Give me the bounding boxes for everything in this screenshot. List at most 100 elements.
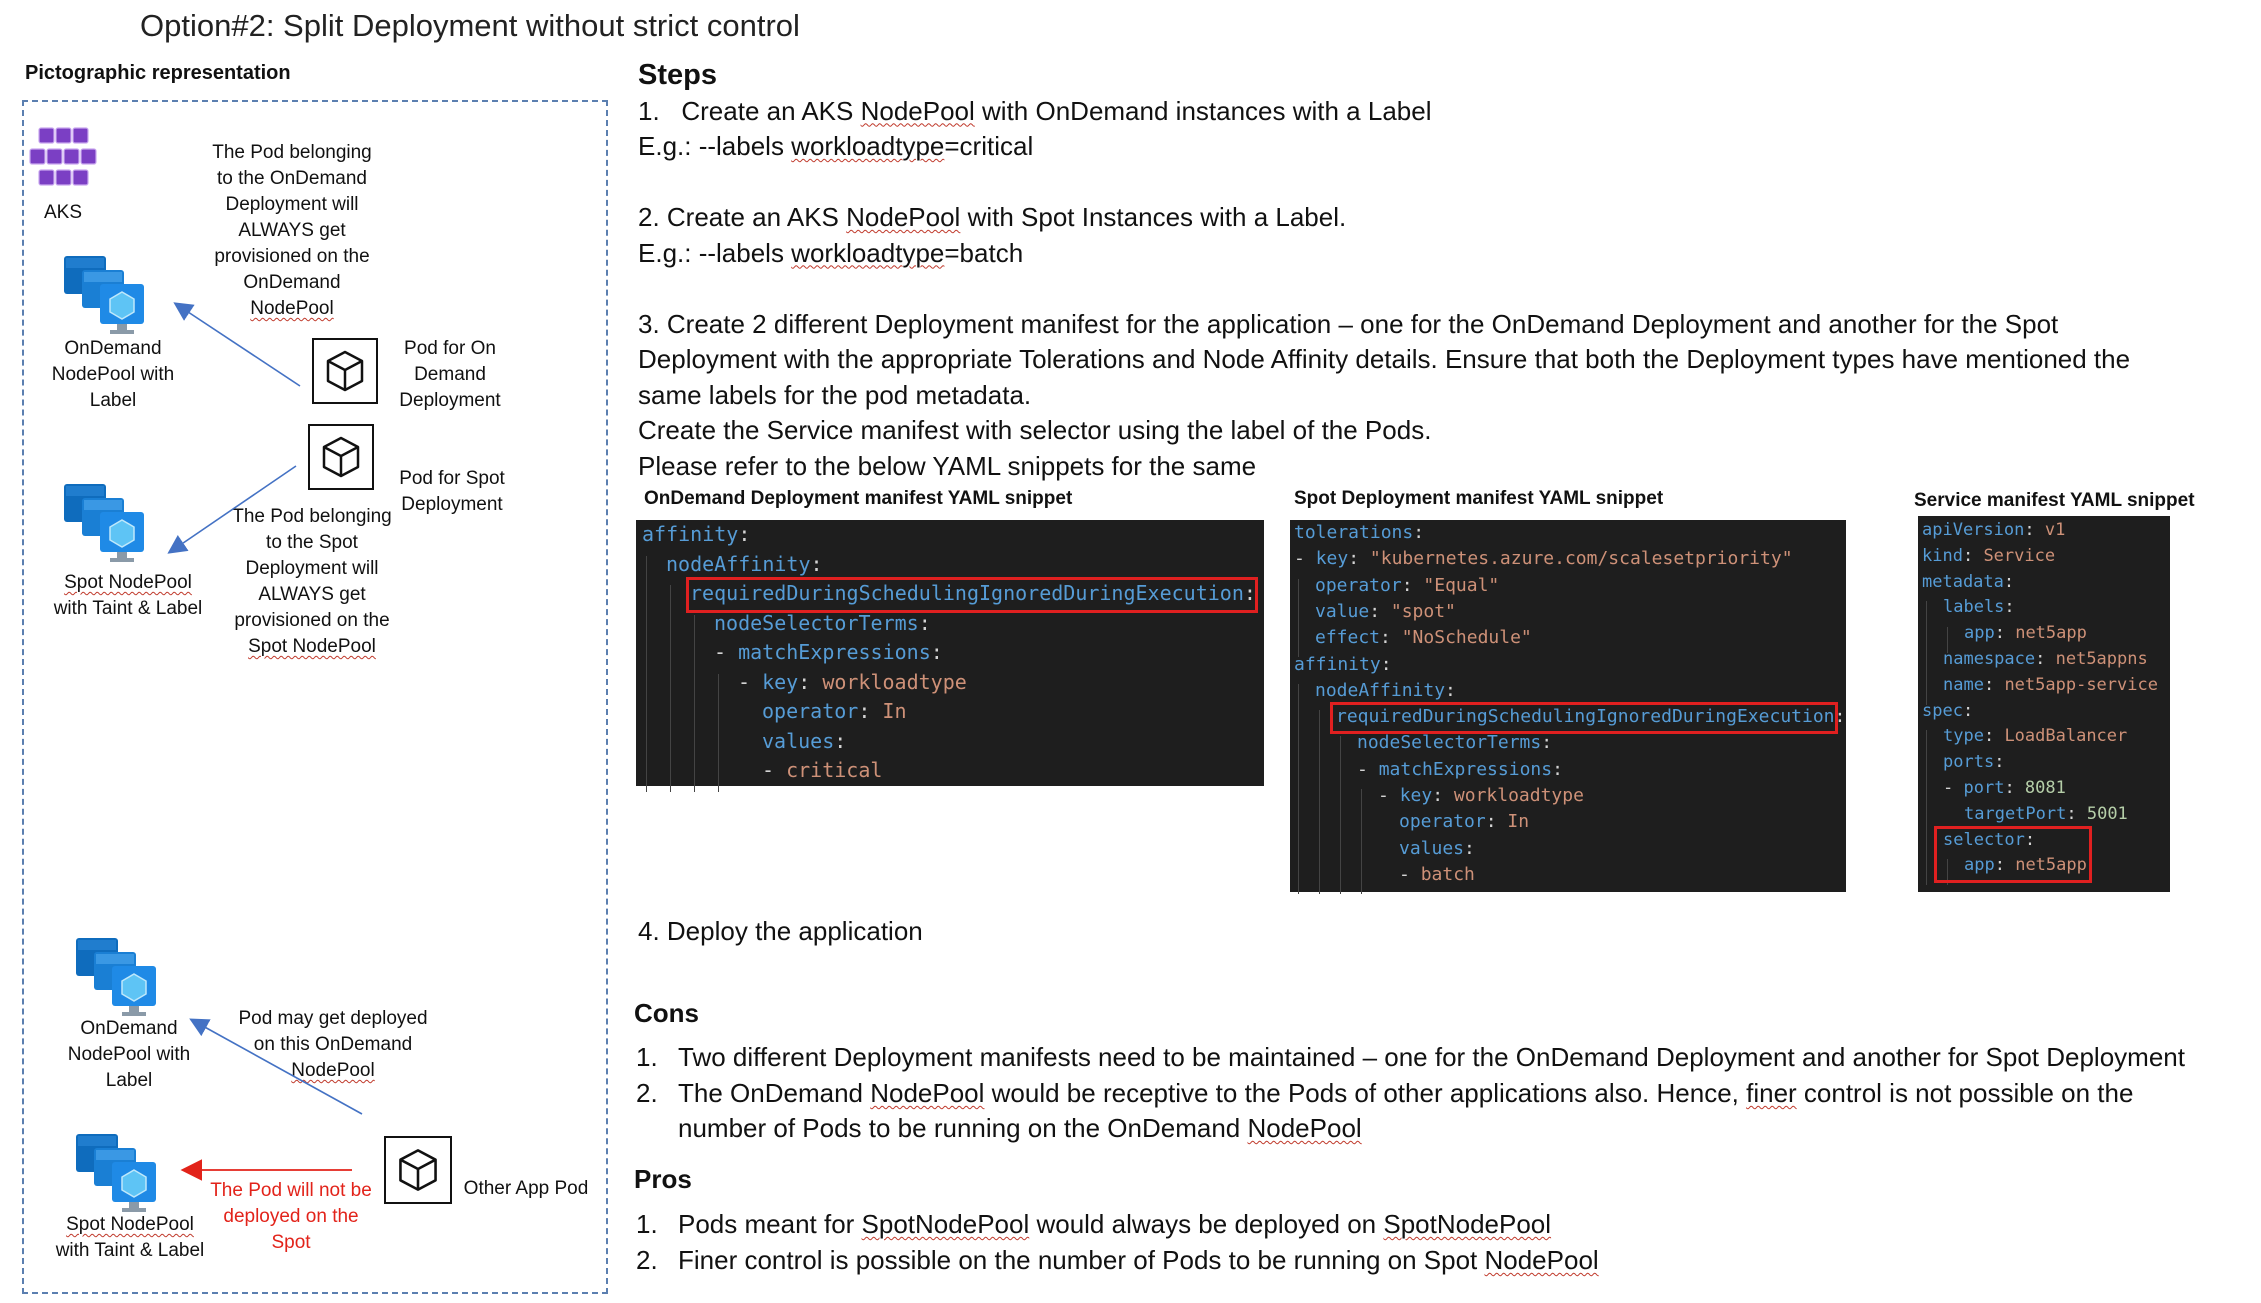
yaml-key: labels [1943, 597, 2005, 618]
yaml-line: - port: 8081 [1943, 778, 2066, 798]
step-2-example: E.g.: --labels workloadtype=batch [638, 237, 1024, 268]
yaml-line: nodeSelectorTerms: [714, 610, 931, 635]
indent-guide [1361, 789, 1362, 895]
yaml-line: name: net5app-service [1943, 674, 2158, 695]
yaml-key: effect [1315, 627, 1381, 649]
indent-guide [718, 673, 719, 792]
step-3-line-1: 3. Create 2 different Deployment manifes… [638, 308, 2059, 339]
steps-section: Steps 1. Create an AKS NodePool with OnD… [638, 58, 2130, 484]
cons-item-2: The OnDemand NodePool would be receptive… [678, 1078, 2134, 1108]
indent-guide [1319, 710, 1320, 895]
yaml-key: operator [1315, 574, 1402, 596]
highlight-box [1934, 825, 2092, 884]
yaml-value: batch [1420, 863, 1475, 885]
yaml-line: labels: [1943, 597, 2015, 618]
highlight-box [1330, 702, 1838, 735]
cons-item-1: Two different Deployment manifests need … [678, 1042, 2185, 1072]
indent-guide [694, 614, 695, 792]
pros-item-1: Pods meant for SpotNodePool would always… [678, 1209, 1552, 1239]
cons-item-1-num: 1. [636, 1042, 658, 1072]
yaml-key: port [1963, 778, 2005, 798]
highlight-box [686, 577, 1258, 613]
yaml-key: matchExpressions [1378, 758, 1553, 780]
yaml-value: 8081 [2024, 778, 2066, 798]
yaml-key: affinity [642, 522, 739, 546]
step-1: 1. Create an AKS NodePool with OnDemand … [638, 95, 1432, 126]
indent-guide [670, 585, 671, 792]
yaml-line: nodeSelectorTerms: [1357, 732, 1553, 754]
step-3-line-3: same labels for the pod metadata. [638, 379, 1032, 410]
pros-item-2: Finer control is possible on the number … [678, 1245, 1599, 1275]
yaml-line: namespace: net5appns [1943, 649, 2148, 669]
yaml-key: type [1943, 726, 1984, 747]
yaml-line: effect: "NoSchedule" [1315, 627, 1532, 649]
pros-item-1-num: 1. [636, 1209, 658, 1239]
yaml-line: - matchExpressions: [1357, 758, 1563, 780]
yaml-line: operator: "Equal" [1315, 574, 1500, 596]
yaml-key: apiVersion [1922, 520, 2025, 540]
yaml-key: values [762, 728, 835, 753]
yaml-value: "kubernetes.azure.com/scalesetpriority" [1369, 548, 1793, 570]
spot-snippet-title: Spot Deployment manifest YAML snippet [1294, 488, 1664, 509]
yaml-value: net5app-service [2004, 674, 2158, 695]
yaml-line: metadata: [1922, 571, 2015, 592]
yaml-line: type: LoadBalancer [1943, 726, 2128, 747]
yaml-key: app [1964, 623, 1995, 644]
yaml-key: operator [1399, 811, 1486, 833]
yaml-key: targetPort [1964, 803, 2067, 824]
yaml-line: value: "spot" [1315, 600, 1456, 622]
yaml-value: net5app [2015, 623, 2087, 644]
yaml-value: net5appns [2055, 649, 2148, 669]
yaml-key: metadata [1922, 571, 2004, 592]
yaml-key: nodeAffinity [1315, 679, 1446, 701]
yaml-key: nodeAffinity [666, 551, 811, 576]
yaml-line: affinity: [1294, 653, 1392, 675]
yaml-value: LoadBalancer [2004, 726, 2128, 747]
yaml-key: matchExpressions [738, 640, 931, 664]
yaml-line: tolerations: [1294, 522, 1425, 543]
yaml-line: - key: "kubernetes.azure.com/scalesetpri… [1294, 548, 1793, 570]
yaml-key: kind [1922, 545, 1963, 566]
yaml-line: - batch [1399, 863, 1475, 885]
step-2: 2. Create an AKS NodePool with Spot Inst… [638, 202, 1347, 232]
indent-guide [1340, 736, 1341, 895]
yaml-line: apiVersion: v1 [1922, 520, 2066, 540]
yaml-line: - matchExpressions: [714, 640, 943, 664]
yaml-value: "NoSchedule" [1401, 627, 1532, 649]
yaml-line: operator: In [1399, 811, 1530, 833]
yaml-key: key [1399, 785, 1433, 806]
yaml-line: operator: In [762, 699, 907, 723]
yaml-value: In [1507, 811, 1530, 833]
indent-guide [646, 555, 647, 792]
ondemand-yaml-snippet: affinity: nodeAffinity: requiredDuringSche… [636, 520, 1264, 792]
steps-heading: Steps [638, 59, 717, 91]
step-1-example: E.g.: --labels workloadtype=critical [638, 131, 1034, 161]
yaml-value: Service [1983, 545, 2056, 566]
service-snippet-title: Service manifest YAML snippet [1914, 490, 2195, 511]
arrow-other-pod-to-ondemand [189, 1018, 363, 1115]
yaml-line: values: [1399, 837, 1475, 859]
yaml-key: key [762, 669, 799, 694]
yaml-value: 5001 [2086, 803, 2128, 824]
arrow-ondemand-pod-to-nodepool [173, 302, 301, 387]
yaml-line: nodeAffinity: [666, 551, 823, 576]
spot-yaml-snippet: tolerations: - key: "kubernetes.azure.com… [1290, 520, 1846, 895]
yaml-line: - key: workloadtype [738, 669, 967, 694]
yaml-key: affinity [1294, 653, 1381, 675]
step-3-line-2: Deployment with the appropriate Tolerati… [638, 344, 2131, 374]
yaml-line: nodeAffinity: [1315, 679, 1456, 701]
yaml-key: nodeSelectorTerms [1357, 732, 1542, 754]
yaml-line: kind: Service [1922, 545, 2056, 566]
ondemand-snippet-title: OnDemand Deployment manifest YAML snippe… [644, 488, 1073, 509]
yaml-line: - critical [762, 758, 883, 782]
yaml-key: ports [1943, 752, 1995, 773]
step-3-line-5: Please refer to the below YAML snippets … [638, 450, 1257, 481]
yaml-value: critical [786, 758, 883, 782]
indent-guide [1926, 601, 1927, 705]
yaml-value: "Equal" [1423, 574, 1500, 596]
cons-item-2-num: 2. [636, 1078, 658, 1108]
yaml-key: values [1399, 837, 1465, 859]
arrows-layer [167, 302, 363, 1181]
yaml-key: value [1315, 600, 1370, 622]
indent-guide [1298, 578, 1299, 658]
